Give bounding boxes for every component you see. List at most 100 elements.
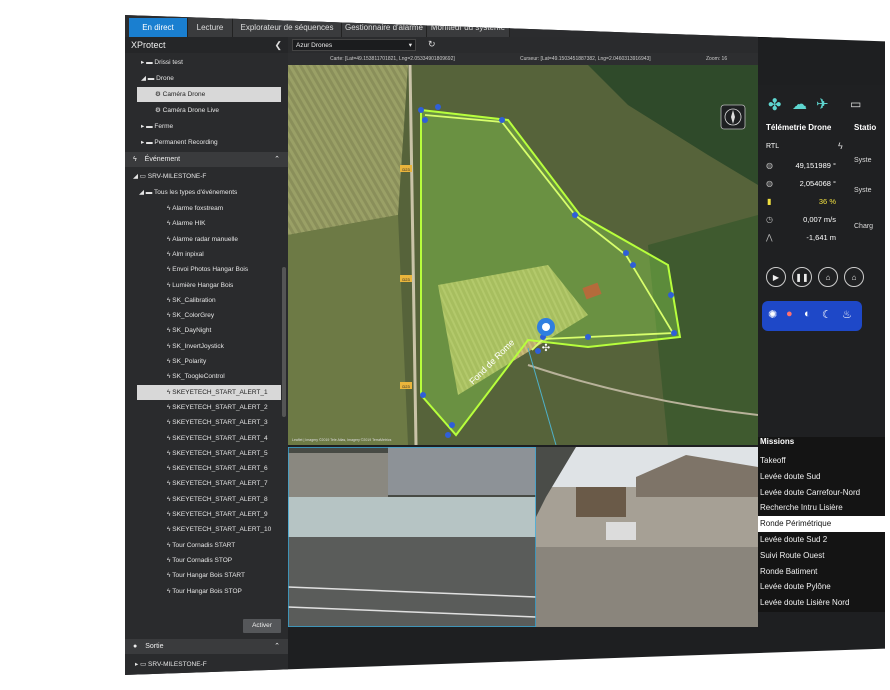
tree-item-label: SRV-MILESTONE-F (148, 661, 207, 668)
event-item[interactable]: ϟ Alarme HIK (167, 216, 205, 231)
event-item[interactable]: ϟ SK_ColorGrey (167, 308, 214, 323)
mission-item[interactable]: Recherche Intru Lisière (758, 500, 885, 516)
event-item[interactable]: ϟ Lumière Hangar Bois (167, 278, 233, 293)
event-item[interactable]: ϟ SKEYETECH_START_ALERT_2 (167, 400, 268, 415)
tree-item-drissi[interactable]: ▸ ▬ Drissi test (141, 55, 183, 70)
sensor-icon[interactable]: ✺ (768, 308, 777, 321)
tab-lecture[interactable]: Lecture (188, 18, 233, 37)
event-item[interactable]: ϟ SKEYETECH_START_ALERT_1 (137, 384, 281, 400)
satellite-map[interactable]: D23 D23 D23 ✣ Fond de Rome Leaflet | Ima… (288, 65, 758, 445)
mission-item[interactable]: Levée doute Pylône (758, 579, 885, 595)
mission-item[interactable]: Suivi Route Ouest (758, 548, 885, 564)
chevron-up-icon[interactable]: ⌃ (274, 639, 280, 654)
mission-item[interactable]: Levée doute Lisière Nord (758, 595, 885, 611)
event-item[interactable]: ϟ Tour Cornadis START (167, 538, 235, 553)
event-item[interactable]: ϟ Alarme radar manuelle (167, 232, 238, 247)
longitude-value: 2,054068 ° (799, 179, 836, 188)
svg-text:✣: ✣ (542, 343, 550, 354)
event-item[interactable]: ϟ SKEYETECH_START_ALERT_10 (167, 522, 271, 537)
mission-item[interactable]: Levée doute Sud 2 (758, 532, 885, 548)
weather-icon: ☁ (792, 96, 807, 113)
event-item[interactable]: ϟ SKEYETECH_START_ALERT_5 (167, 446, 268, 461)
tab-en-direct[interactable]: En direct (129, 18, 188, 37)
return-home-button[interactable]: ⌂ (818, 267, 838, 287)
road-badge-label: D23 (402, 277, 410, 282)
latitude-icon: ◍ (766, 161, 773, 170)
event-item[interactable]: ϟ Tour Hangar Bois START (167, 568, 245, 583)
camera-view-yard[interactable] (536, 447, 758, 627)
view-select[interactable]: Azur Drones ▾ (292, 39, 416, 51)
event-item[interactable]: ϟ SKEYETECH_START_ALERT_9 (167, 507, 268, 522)
mission-item[interactable]: Ronde Batiment (758, 564, 885, 580)
speed-icon: ◷ (766, 215, 773, 224)
tree-item-camera-drone-live[interactable]: ⚙ Caméra Drone Live (155, 103, 219, 118)
tree-item-server[interactable]: ◢ ▭ SRV-MILESTONE-F (133, 169, 206, 184)
event-item[interactable]: ϟ Alm inpixal (167, 247, 204, 262)
left-panel: XProtect ❮ ▸ ▬ Drissi test ◢ ▬ Drone ⚙ C… (125, 37, 288, 675)
map-attribution: Leaflet | Imagery ©2019 Tele Atlas, Imag… (292, 438, 392, 442)
color-palette-icon[interactable]: ● (786, 308, 793, 320)
map-coords-readout: Carte: [Lat=49.153811701821, Lng=2.05334… (330, 56, 455, 62)
pause-button[interactable]: ❚❚ (792, 267, 812, 287)
contrast-icon[interactable]: ◐ (804, 308, 811, 320)
activate-button[interactable]: Activer (243, 619, 281, 633)
event-item[interactable]: ϟ SK_ToogleControl (167, 369, 225, 384)
left-scrollbar[interactable] (282, 267, 286, 417)
event-item[interactable]: ϟ SK_Calibration (167, 293, 216, 308)
refresh-icon[interactable]: ↻ (428, 39, 436, 50)
event-item[interactable]: ϟ SKEYETECH_START_ALERT_7 (167, 476, 268, 491)
section-evenement[interactable]: ϟ Événement ⌃ (125, 152, 288, 167)
event-label: SK_ToogleControl (172, 373, 225, 381)
tree-item-drone[interactable]: ◢ ▬ Drone (141, 71, 174, 86)
camera-icon: ⚙ (155, 91, 163, 98)
tab-moniteur[interactable]: Moniteur du système (427, 18, 510, 37)
compass-icon[interactable] (720, 104, 746, 130)
event-item[interactable]: ϟ SKEYETECH_START_ALERT_6 (167, 461, 268, 476)
event-item[interactable]: ϟ Alarme foxstream (167, 201, 223, 216)
play-button[interactable]: ▶ (766, 267, 786, 287)
home-station-button[interactable]: ⌂ (844, 267, 864, 287)
event-label: SK_InvertJoystick (172, 342, 224, 350)
section-title: Sortie (145, 643, 164, 650)
event-item[interactable]: ϟ SKEYETECH_START_ALERT_8 (167, 492, 268, 507)
event-item[interactable]: ϟ SK_DayNight (167, 323, 211, 338)
section-sortie[interactable]: ● Sortie ⌃ (125, 639, 288, 654)
station-label: Syste (854, 187, 872, 194)
mission-item[interactable]: Takeoff (758, 453, 885, 469)
tree-item-label: Drissi test (154, 59, 183, 66)
event-item[interactable]: ϟ Tour Hangar Bois STOP (167, 584, 242, 599)
tree-item-sortie-server[interactable]: ▸ ▭ SRV-MILESTONE-F (135, 657, 207, 672)
tab-gestionnaire-alarme[interactable]: Gestionnaire d'alarme (342, 18, 427, 37)
event-label: SK_ColorGrey (172, 312, 215, 320)
telemetry-panel: ✤ ☁ ✈ ▭ Télémetrie Drone Statio RTL ϟ ◍ … (758, 85, 885, 445)
collapse-panel-icon[interactable]: ❮ (274, 37, 282, 53)
event-label: Tour Cornadis STOP (172, 556, 233, 564)
event-label: SKEYETECH_START_ALERT_2 (172, 403, 268, 411)
camera-view-hangar[interactable] (288, 447, 536, 627)
product-frame: En direct Lecture Explorateur de séquenc… (0, 0, 890, 690)
event-item[interactable]: ϟ SK_InvertJoystick (167, 339, 224, 354)
zoom-readout: Zoom: 16 (706, 56, 728, 62)
bulb-icon: ● (133, 643, 138, 650)
tree-item-ferme[interactable]: ▸ ▬ Ferme (141, 119, 173, 134)
mission-item[interactable]: Levée doute Carrefour-Nord (758, 485, 885, 501)
tree-item-all-events[interactable]: ◢ ▬ Tous les types d'événements (139, 185, 237, 200)
coordinate-bar: Carte: [Lat=49.153811701821, Lng=2.05334… (288, 53, 758, 65)
event-label: SK_Calibration (172, 296, 216, 304)
event-item[interactable]: ϟ SKEYETECH_START_ALERT_4 (167, 431, 268, 446)
event-label: Envoi Photos Hangar Bois (172, 266, 249, 274)
event-label: SKEYETECH_START_ALERT_4 (172, 434, 268, 442)
thermal-icon[interactable]: ♨ (842, 308, 852, 321)
mission-item[interactable]: Ronde Périmétrique (758, 516, 885, 533)
event-item[interactable]: ϟ SKEYETECH_START_ALERT_3 (167, 415, 268, 430)
event-item[interactable]: ϟ SK_Polarity (167, 354, 206, 369)
tree-item-permanent-recording[interactable]: ▸ ▬ Permanent Recording (141, 135, 218, 150)
tab-explorateur[interactable]: Explorateur de séquences (233, 18, 342, 37)
mission-item[interactable]: Levée doute Sud (758, 469, 885, 485)
day-night-icon[interactable]: ☾ (822, 308, 832, 321)
chevron-up-icon[interactable]: ⌃ (274, 152, 280, 167)
event-item[interactable]: ϟ Tour Cornadis STOP (167, 553, 232, 568)
telemetry-title: Télémetrie Drone (766, 123, 832, 132)
event-item[interactable]: ϟ Envoi Photos Hangar Bois (167, 262, 248, 277)
tree-item-camera-drone[interactable]: ⚙ Caméra Drone (137, 87, 281, 102)
